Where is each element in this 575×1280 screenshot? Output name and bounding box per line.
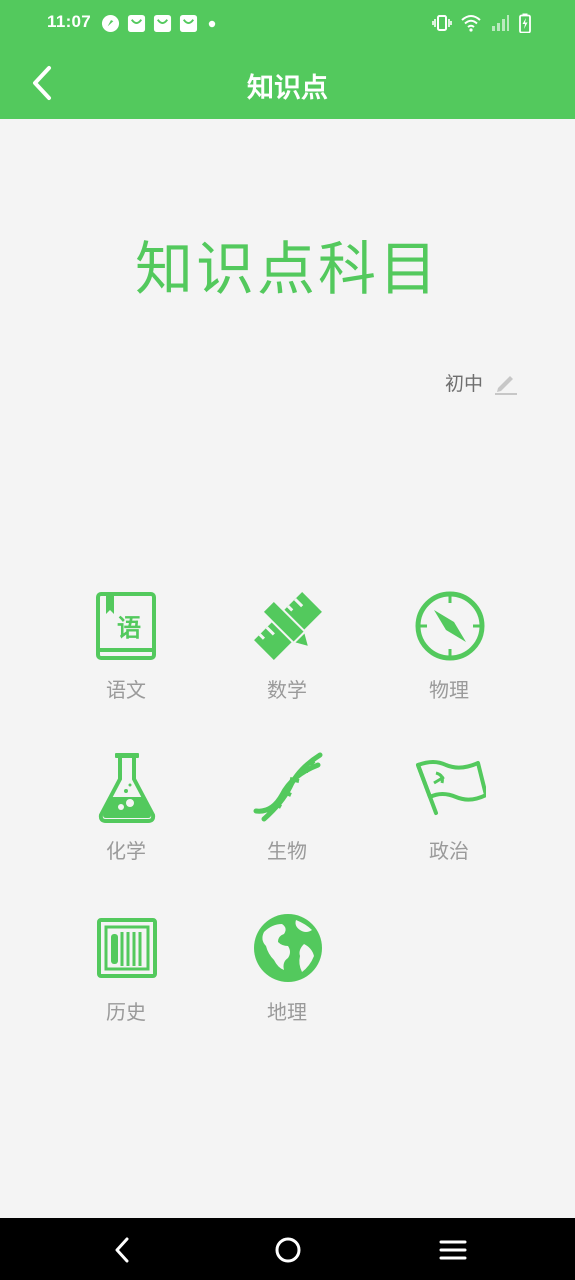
subject-label: 化学 [106, 839, 146, 863]
status-right-icons [432, 13, 531, 33]
nav-back-button[interactable] [106, 1234, 138, 1266]
bamboo-scroll-icon [97, 918, 157, 978]
wifi-icon [461, 15, 481, 32]
subject-label: 历史 [106, 1000, 146, 1024]
hero-title: 知识点科目 [134, 235, 440, 303]
grade-label: 初中 [444, 373, 483, 395]
notification-icon [127, 14, 146, 33]
system-nav-bar [0, 1218, 575, 1280]
globe-icon [254, 914, 322, 982]
subject-chemistry[interactable]: 化学 [61, 751, 191, 881]
subject-chinese[interactable]: 语 语文 [61, 590, 191, 720]
status-bar: 11:07 [0, 0, 575, 48]
nav-menu-button[interactable] [437, 1234, 469, 1266]
status-time: 11:07 [47, 12, 92, 31]
pencil-ruler-icon [254, 592, 322, 660]
battery-charging-icon [519, 13, 531, 33]
notification-icon [179, 14, 198, 33]
nav-back-icon [115, 1237, 129, 1263]
flask-icon [98, 753, 156, 823]
subject-math[interactable]: 数学 [222, 590, 352, 720]
subject-label: 生物 [267, 839, 307, 863]
subject-label: 政治 [429, 839, 469, 863]
book-icon: 语 [96, 592, 156, 660]
dot-icon [208, 20, 216, 27]
nav-home-button[interactable] [272, 1234, 304, 1266]
pencil-icon [495, 375, 517, 395]
subject-geography[interactable]: 地理 [222, 912, 352, 1042]
compass-icon [415, 591, 485, 661]
notification-icon [153, 14, 172, 33]
subject-label: 数学 [267, 678, 307, 702]
subject-history[interactable]: 历史 [61, 912, 191, 1042]
vibrate-icon [432, 15, 452, 31]
subject-label: 语文 [106, 678, 146, 702]
app-bar: 知识点 [0, 48, 575, 119]
subject-label: 地理 [267, 1000, 307, 1024]
grade-selector[interactable]: 初中 [445, 369, 519, 396]
top-bar: 11:07 知识点 [0, 0, 575, 119]
signal-icon [492, 15, 509, 31]
location-icon [101, 14, 120, 33]
subject-politics[interactable]: 政治 [384, 751, 514, 881]
nav-home-icon [275, 1237, 301, 1263]
status-left-icons [101, 14, 219, 33]
subject-biology[interactable]: 生物 [222, 751, 352, 881]
subject-physics[interactable]: 物理 [384, 590, 514, 720]
nav-menu-icon [439, 1240, 467, 1260]
flag-icon [416, 760, 486, 815]
book-icon-glyph: 语 [117, 614, 141, 642]
dna-icon [253, 752, 323, 822]
page-title: 知识点 [247, 73, 328, 104]
subject-label: 物理 [429, 678, 469, 702]
